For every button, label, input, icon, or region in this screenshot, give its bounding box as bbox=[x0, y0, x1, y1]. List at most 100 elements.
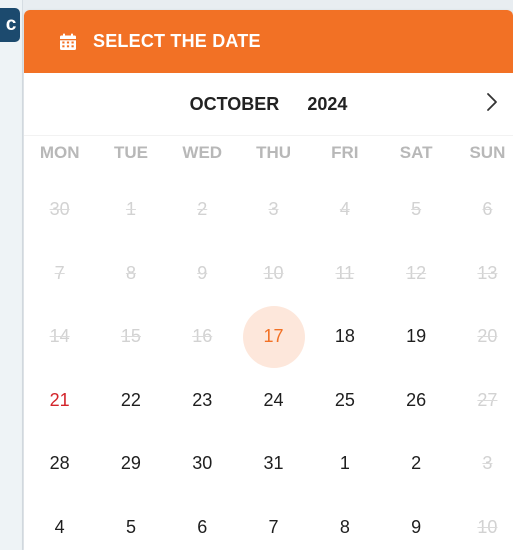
day-number: 1 bbox=[339, 453, 350, 474]
day-cell[interactable]: 22 bbox=[95, 369, 166, 433]
day-number: 7 bbox=[54, 262, 65, 283]
weekday-label: THU bbox=[256, 143, 292, 162]
day-number: 16 bbox=[192, 326, 213, 347]
left-sidebar-strip: c bbox=[0, 0, 23, 550]
day-cell-disabled: 12 bbox=[380, 242, 451, 306]
day-number: 10 bbox=[263, 262, 284, 283]
day-cell[interactable]: 23 bbox=[167, 369, 238, 433]
day-number: 17 bbox=[242, 305, 305, 368]
day-number: 4 bbox=[54, 516, 65, 537]
day-number: 7 bbox=[268, 516, 279, 537]
day-cell-disabled: 7 bbox=[24, 242, 95, 306]
day-number: 5 bbox=[125, 516, 136, 537]
day-cell[interactable]: 5 bbox=[95, 496, 166, 550]
day-cell-disabled: 11 bbox=[309, 242, 380, 306]
day-number: 5 bbox=[411, 199, 422, 220]
day-number: 28 bbox=[49, 453, 70, 474]
day-cell-disabled: 3 bbox=[238, 178, 309, 242]
date-picker-panel: SELECT THE DATE OCTOBER 2024 MON TUE WED TH… bbox=[24, 10, 513, 550]
weekday-label: TUE bbox=[113, 143, 148, 162]
day-cell[interactable]: 31 bbox=[238, 432, 309, 496]
day-number: 8 bbox=[125, 262, 136, 283]
day-cell[interactable]: 21 bbox=[24, 369, 95, 433]
day-number: 18 bbox=[334, 326, 355, 347]
day-number: 8 bbox=[339, 516, 350, 537]
day-cell-disabled: 1 bbox=[95, 178, 166, 242]
day-cell-disabled: 9 bbox=[167, 242, 238, 306]
day-cell[interactable]: 9 bbox=[380, 496, 451, 550]
day-number: 30 bbox=[49, 199, 70, 220]
calendar-day-grid: 30 1 2 3 4 5 6 7 8 9 10 11 12 13 14 15 16 17 18 19 20 21 22 23 2… bbox=[24, 178, 513, 550]
day-cell[interactable]: 18 bbox=[309, 305, 380, 369]
day-cell[interactable]: 4 bbox=[24, 496, 95, 550]
day-number: 2 bbox=[197, 199, 208, 220]
weekday-label: SAT bbox=[399, 143, 433, 162]
day-cell-disabled: 20 bbox=[452, 305, 513, 369]
day-cell[interactable]: 8 bbox=[309, 496, 380, 550]
day-number: 15 bbox=[120, 326, 141, 347]
current-year: 2024 bbox=[307, 93, 348, 114]
day-cell[interactable]: 6 bbox=[167, 496, 238, 550]
day-number: 3 bbox=[268, 199, 279, 220]
day-cell[interactable]: 28 bbox=[24, 432, 95, 496]
chevron-right-icon bbox=[487, 93, 497, 111]
day-number: 14 bbox=[49, 326, 70, 347]
day-number: 9 bbox=[411, 516, 422, 537]
day-cell-disabled: 6 bbox=[452, 178, 513, 242]
day-cell[interactable]: 2 bbox=[380, 432, 451, 496]
day-cell-disabled: 2 bbox=[167, 178, 238, 242]
header-title: SELECT THE DATE bbox=[93, 31, 261, 51]
current-month: OCTOBER bbox=[189, 93, 280, 114]
day-number: 1 bbox=[125, 199, 136, 220]
day-cell-disabled: 27 bbox=[452, 369, 513, 433]
day-cell[interactable]: 7 bbox=[238, 496, 309, 550]
day-number: 26 bbox=[406, 389, 427, 410]
day-number: 21 bbox=[49, 389, 70, 410]
day-number: 12 bbox=[406, 262, 427, 283]
weekday-label: FRI bbox=[331, 143, 359, 162]
day-number: 30 bbox=[192, 453, 213, 474]
day-number: 2 bbox=[411, 453, 422, 474]
weekday-label: SUN bbox=[469, 143, 506, 162]
day-number: 23 bbox=[192, 389, 213, 410]
day-number: 20 bbox=[477, 326, 498, 347]
day-cell-disabled: 5 bbox=[380, 178, 451, 242]
date-picker-header: SELECT THE DATE bbox=[24, 10, 513, 73]
day-cell[interactable]: 30 bbox=[167, 432, 238, 496]
day-cell[interactable]: 1 bbox=[309, 432, 380, 496]
weekday-label: WED bbox=[182, 143, 223, 162]
day-cell[interactable]: 25 bbox=[309, 369, 380, 433]
weekday-label: MON bbox=[39, 143, 80, 162]
day-number: 10 bbox=[477, 516, 498, 537]
day-cell-disabled: 10 bbox=[238, 242, 309, 306]
day-number: 6 bbox=[197, 516, 208, 537]
day-cell-selected[interactable]: 17 bbox=[238, 305, 309, 369]
day-number: 11 bbox=[335, 262, 355, 283]
day-cell-disabled: 8 bbox=[95, 242, 166, 306]
day-number: 29 bbox=[120, 453, 141, 474]
day-cell-disabled: 15 bbox=[95, 305, 166, 369]
day-cell-disabled: 30 bbox=[24, 178, 95, 242]
day-cell[interactable]: 29 bbox=[95, 432, 166, 496]
day-cell-disabled: 13 bbox=[452, 242, 513, 306]
weekday-header-row: MON TUE WED THU FRI SAT SUN bbox=[24, 138, 513, 168]
day-cell[interactable]: 19 bbox=[380, 305, 451, 369]
day-number: 4 bbox=[339, 199, 350, 220]
day-number: 27 bbox=[477, 389, 498, 410]
day-cell-disabled: 4 bbox=[309, 178, 380, 242]
day-cell-disabled: 3 bbox=[452, 432, 513, 496]
day-number: 6 bbox=[482, 199, 493, 220]
day-number: 31 bbox=[263, 453, 284, 474]
corner-badge: c bbox=[0, 8, 20, 42]
day-cell[interactable]: 26 bbox=[380, 369, 451, 433]
calendar-icon bbox=[60, 33, 76, 50]
next-month-button[interactable] bbox=[479, 87, 505, 117]
day-number: 3 bbox=[482, 453, 493, 474]
day-number: 13 bbox=[477, 262, 498, 283]
day-cell-disabled: 10 bbox=[452, 496, 513, 550]
day-cell-disabled: 14 bbox=[24, 305, 95, 369]
day-cell-disabled: 16 bbox=[167, 305, 238, 369]
month-navigation: OCTOBER 2024 bbox=[24, 73, 513, 136]
day-cell[interactable]: 24 bbox=[238, 369, 309, 433]
day-number: 19 bbox=[406, 326, 427, 347]
